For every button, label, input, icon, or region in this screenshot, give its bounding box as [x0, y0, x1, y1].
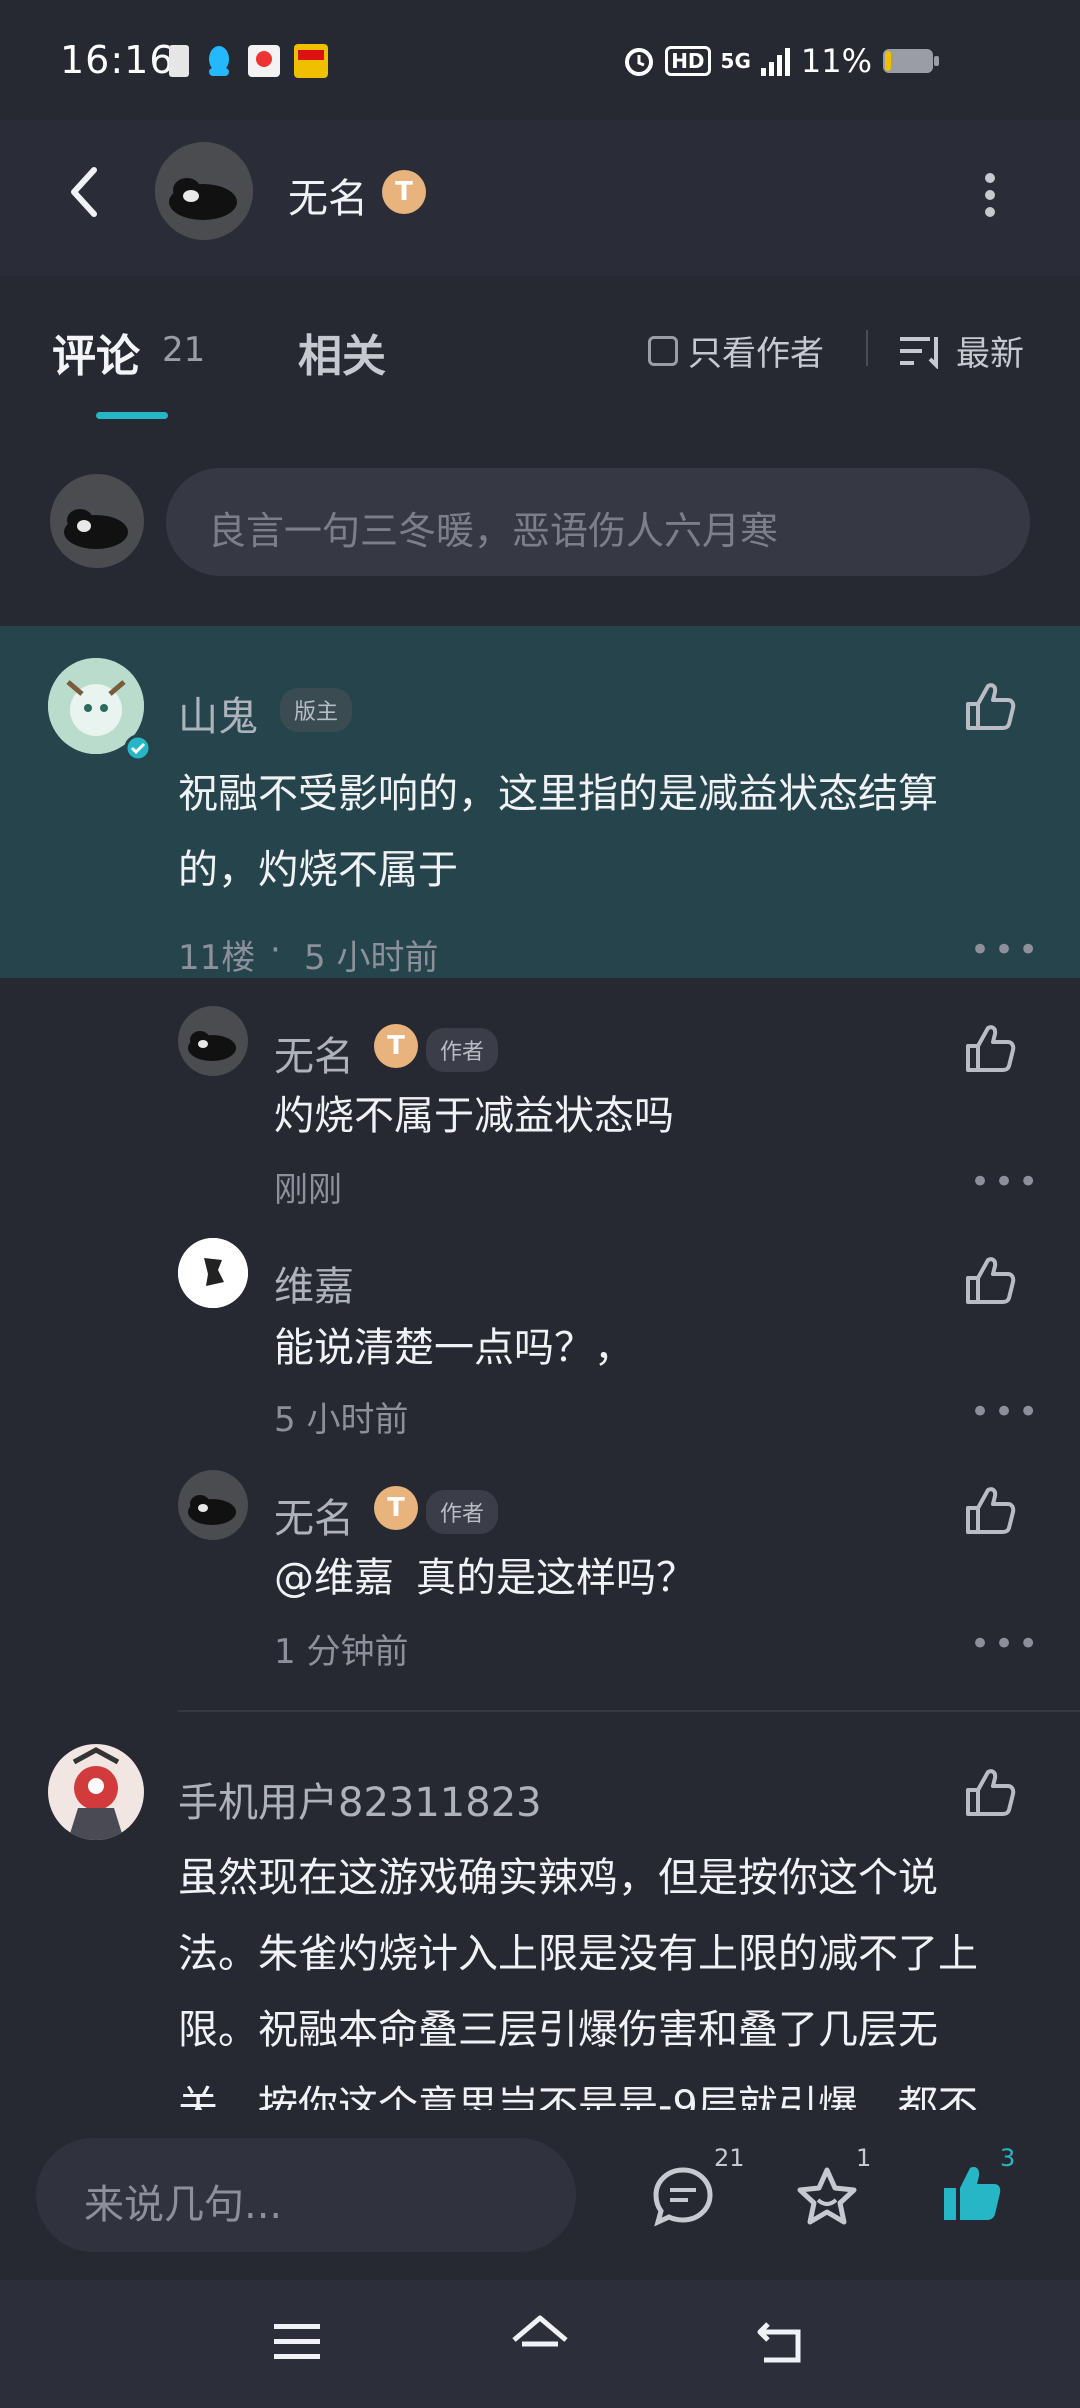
- home-icon[interactable]: [508, 2312, 572, 2368]
- comment-text-line: 限。祝融本命叠三层引爆伤害和叠了几层无: [178, 2007, 938, 2053]
- comments-count: 21: [714, 2144, 745, 2172]
- role-badge: 版主: [280, 688, 353, 732]
- sort-icon: [900, 336, 938, 369]
- ink-avatar-image: [178, 1238, 248, 1308]
- more-horizontal-icon[interactable]: •••: [970, 1162, 1042, 1202]
- qq-icon: [209, 46, 229, 76]
- reply-time: 刚刚: [274, 1170, 342, 1210]
- favorites-count: 1: [856, 2144, 872, 2172]
- comment-time: 5 小时前: [304, 938, 439, 978]
- mask-avatar-image: [48, 1744, 144, 1840]
- back-icon[interactable]: [60, 162, 110, 222]
- signal-icon: [760, 48, 790, 76]
- more-vertical-icon[interactable]: [980, 170, 1000, 220]
- battery-percent: 11%: [800, 42, 872, 80]
- app-notification-icon-2: [294, 44, 328, 78]
- app-notification-icon: [248, 45, 280, 77]
- more-horizontal-icon[interactable]: •••: [970, 1624, 1042, 1664]
- divider: [866, 330, 868, 366]
- comment-text-line: 祝融不受影响的，这里指的是减益状态结算: [178, 771, 938, 817]
- avatar[interactable]: [178, 1006, 248, 1076]
- avatar[interactable]: [178, 1470, 248, 1540]
- sort-button[interactable]: 最新: [900, 326, 1024, 375]
- active-tab-indicator: [96, 412, 168, 419]
- only-author-label: 只看作者: [688, 334, 824, 374]
- tab-comments-count: 21: [162, 330, 206, 370]
- sort-label: 最新: [956, 334, 1024, 374]
- avatar[interactable]: [178, 1238, 248, 1308]
- page-title: 无名: [288, 176, 368, 222]
- cat-avatar-image: [50, 474, 144, 568]
- hd-icon: HD: [665, 46, 711, 76]
- like-filled-icon[interactable]: [938, 2160, 1004, 2226]
- verified-icon: [124, 734, 152, 762]
- only-author-toggle[interactable]: 只看作者: [648, 326, 824, 375]
- comment-text-line: 法。朱雀灼烧计入上限是没有上限的减不了上: [178, 1931, 978, 1977]
- battery-icon: [883, 49, 939, 73]
- author-avatar[interactable]: [155, 142, 253, 240]
- comment-input-placeholder: 良言一句三冬暖，恶语伤人六月寒: [208, 509, 779, 553]
- reply-mention[interactable]: @维嘉: [274, 1540, 394, 1616]
- favorite-star-icon[interactable]: [794, 2164, 860, 2230]
- comment-author[interactable]: 手机用户82311823: [178, 1770, 542, 1828]
- alarm-icon: [625, 48, 654, 76]
- avatar[interactable]: [48, 1744, 144, 1840]
- author-tag: 作者: [426, 1490, 499, 1534]
- reply-text: 真的是这样吗？: [416, 1555, 696, 1601]
- level-badge-icon: T: [382, 170, 426, 214]
- like-icon[interactable]: [962, 1764, 1018, 1820]
- back-nav-icon[interactable]: [754, 2316, 810, 2368]
- like-icon[interactable]: [962, 1020, 1018, 1076]
- reply-time: 1 分钟前: [274, 1632, 409, 1672]
- status-notification-icons: [168, 44, 328, 78]
- reply-author[interactable]: 无名: [274, 1486, 354, 1544]
- comment-floor: 11楼: [178, 938, 256, 978]
- reply-text: 灼烧不属于减益状态吗: [274, 1093, 674, 1139]
- author-tag: 作者: [426, 1028, 499, 1072]
- comment-text-line: 的，灼烧不属于: [178, 847, 458, 893]
- meta-separator: ·: [270, 930, 281, 970]
- tab-comments[interactable]: 评论: [52, 320, 140, 384]
- reply-author[interactable]: 无名: [274, 1024, 354, 1082]
- like-icon[interactable]: [962, 1482, 1018, 1538]
- reply-text: 能说清楚一点吗？，: [274, 1325, 634, 1371]
- status-time: 16:16: [60, 38, 175, 82]
- comment-author[interactable]: 山鬼: [178, 684, 258, 742]
- comment-text-line: 虽然现在这游戏确实辣鸡，但是按你这个说: [178, 1855, 938, 1901]
- my-avatar: [50, 474, 144, 568]
- status-system-icons: HD 5G 11%: [623, 42, 940, 80]
- divider: [178, 1710, 1080, 1712]
- like-icon[interactable]: [962, 1252, 1018, 1308]
- cat-avatar-image: [178, 1006, 248, 1076]
- level-badge-icon: T: [374, 1486, 418, 1530]
- tab-related[interactable]: 相关: [298, 320, 386, 384]
- level-badge-icon: T: [374, 1024, 418, 1068]
- reply-input-placeholder: 来说几句...: [84, 2182, 283, 2228]
- more-horizontal-icon[interactable]: •••: [970, 930, 1042, 970]
- menu-icon[interactable]: [272, 2318, 324, 2366]
- likes-count: 3: [1000, 2144, 1016, 2172]
- comment-icon[interactable]: [650, 2164, 716, 2230]
- checkbox-icon[interactable]: [648, 335, 678, 366]
- cat-avatar-image: [155, 142, 253, 240]
- reply-time: 5 小时前: [274, 1400, 409, 1440]
- sim-icon: [169, 45, 189, 77]
- network-label: 5G: [720, 49, 751, 73]
- more-horizontal-icon[interactable]: •••: [970, 1392, 1042, 1432]
- like-icon[interactable]: [962, 678, 1018, 734]
- reply-author[interactable]: 维嘉: [274, 1254, 354, 1312]
- cat-avatar-image: [178, 1470, 248, 1540]
